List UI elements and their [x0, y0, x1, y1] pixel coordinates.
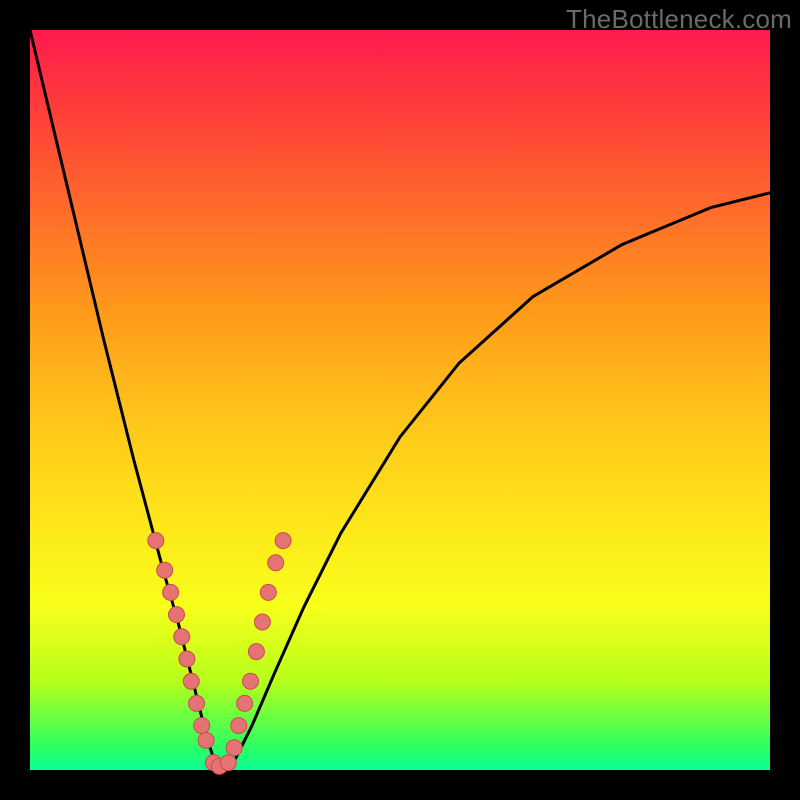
data-point — [268, 555, 284, 571]
data-point — [163, 584, 179, 600]
data-point — [179, 651, 195, 667]
data-point — [174, 629, 190, 645]
data-point — [248, 644, 264, 660]
chart-frame: TheBottleneck.com — [0, 0, 800, 800]
data-point — [198, 732, 214, 748]
data-point — [189, 695, 205, 711]
plot-area — [30, 30, 770, 770]
data-point — [254, 614, 270, 630]
bottleneck-curve — [30, 30, 770, 770]
data-point — [275, 533, 291, 549]
data-point — [260, 584, 276, 600]
data-point — [226, 740, 242, 756]
watermark-text: TheBottleneck.com — [566, 4, 792, 35]
data-point — [220, 755, 236, 771]
data-point — [169, 607, 185, 623]
data-point — [194, 718, 210, 734]
curve-layer — [30, 30, 770, 770]
data-point — [243, 673, 259, 689]
data-point — [183, 673, 199, 689]
data-point — [231, 718, 247, 734]
data-point — [157, 562, 173, 578]
data-point — [237, 695, 253, 711]
data-point — [148, 533, 164, 549]
